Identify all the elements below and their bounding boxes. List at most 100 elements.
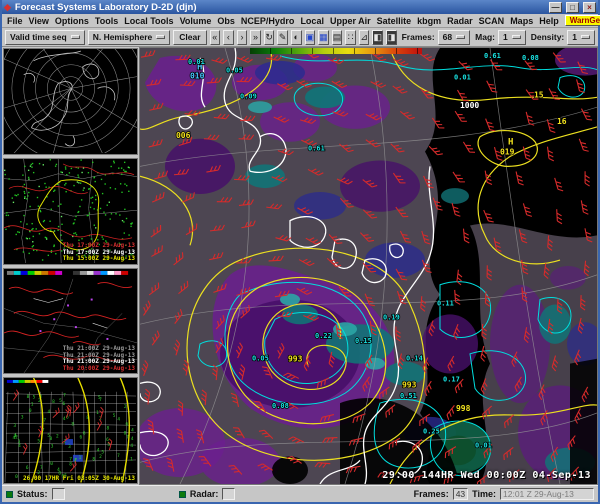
forecast-map: 9939939980061516H0191000H0100.010.610.08… xyxy=(140,48,597,484)
clear-button[interactable]: Clear xyxy=(173,30,206,45)
svg-text:3: 3 xyxy=(13,423,16,429)
svg-text:019: 019 xyxy=(500,148,515,157)
svg-text:8: 8 xyxy=(69,462,72,468)
frames-dropdown[interactable]: 68 xyxy=(438,30,470,45)
svg-text:1: 1 xyxy=(79,455,82,461)
step-back-button[interactable]: ‹ xyxy=(223,30,234,45)
svg-text:5: 5 xyxy=(98,395,101,401)
colorbar-legend xyxy=(250,48,422,54)
svg-text:0: 0 xyxy=(50,461,53,467)
maximize-button[interactable]: □ xyxy=(566,2,579,13)
print-button[interactable]: ▤ xyxy=(332,30,343,45)
mag-value: 1 xyxy=(503,32,508,42)
svg-text:0.51: 0.51 xyxy=(400,392,417,400)
time-mode-dropdown[interactable]: Valid time seq xyxy=(5,30,85,45)
menu-options[interactable]: Options xyxy=(55,16,89,26)
panel-surface-obs[interactable]: Thu 17:00Z 29-Aug-13Thu 17:00Z 29-Aug-13… xyxy=(3,158,138,265)
scale-value: N. Hemisphere xyxy=(93,32,153,42)
menu-upper-air[interactable]: Upper Air xyxy=(330,16,371,26)
menu-local[interactable]: Local xyxy=(300,16,324,26)
svg-text:4: 4 xyxy=(130,443,133,449)
svg-text:5: 5 xyxy=(33,395,36,401)
menu-obs[interactable]: Obs xyxy=(217,16,235,26)
invert-right-button[interactable]: ◨ xyxy=(386,30,397,45)
svg-text:0.15: 0.15 xyxy=(355,337,372,345)
step-forward-button[interactable]: › xyxy=(237,30,248,45)
svg-text:0.61: 0.61 xyxy=(308,145,325,153)
last-frame-button[interactable]: » xyxy=(250,30,261,45)
minimize-button[interactable]: — xyxy=(549,2,562,13)
menu-view[interactable]: View xyxy=(29,16,49,26)
pencil-draw-button[interactable]: ✎ xyxy=(277,30,288,45)
svg-text:2: 2 xyxy=(15,435,18,441)
panel-radar-mosaic[interactable]: Thu 21:00Z 29-Aug-13Thu 21:00Z 29-Aug-13… xyxy=(3,268,138,375)
panel-county-obs[interactable]: 8648814253766217462727307736215825803845… xyxy=(3,377,138,484)
statusbar: Status: Radar: Frames: 43 Time: 12:01 Z … xyxy=(2,485,598,502)
dropdown-indicator xyxy=(512,35,521,39)
mag-dropdown[interactable]: 1 xyxy=(498,30,526,45)
menu-local-tools[interactable]: Local Tools xyxy=(124,16,173,26)
content-area: Thu 17:00Z 29-Aug-13Thu 17:00Z 29-Aug-13… xyxy=(2,47,598,485)
svg-text:0.17: 0.17 xyxy=(443,375,460,383)
radar-led-icon xyxy=(179,491,186,498)
loop-button[interactable]: ↻ xyxy=(264,30,275,45)
image-combine-button[interactable]: ▣ xyxy=(305,30,316,45)
invert-left-button[interactable]: ◧ xyxy=(372,30,383,45)
svg-text:006: 006 xyxy=(176,131,191,140)
baselines-button[interactable]: ⊿ xyxy=(359,30,370,45)
svg-text:1000: 1000 xyxy=(460,101,479,110)
menu-maps[interactable]: Maps xyxy=(510,16,533,26)
svg-text:4: 4 xyxy=(131,428,134,434)
menu-tools[interactable]: Tools xyxy=(95,16,118,26)
menu-file[interactable]: File xyxy=(7,16,23,26)
menu-help[interactable]: Help xyxy=(539,16,559,26)
close-button[interactable]: × xyxy=(583,2,596,13)
panel-timestamp: Thu 15:00Z 29-Aug-13 xyxy=(63,256,135,263)
time-options-button[interactable]: ◐ xyxy=(291,30,302,45)
window-menu-icon[interactable]: ◆ xyxy=(4,2,11,12)
warngen-button[interactable]: WarnGen xyxy=(565,15,600,26)
svg-text:15: 15 xyxy=(534,90,544,99)
svg-text:0.25: 0.25 xyxy=(423,428,440,436)
main-map-display[interactable]: 9939939980061516H0191000H0100.010.610.08… xyxy=(139,47,598,485)
county-obs-map: 8648814253766217462727307736215825803845… xyxy=(4,378,137,482)
svg-text:8: 8 xyxy=(52,399,55,405)
mini-colorbar-right xyxy=(73,270,128,274)
image-blend-button[interactable]: ▦ xyxy=(318,30,329,45)
svg-text:4: 4 xyxy=(48,409,51,415)
svg-text:0.01: 0.01 xyxy=(188,58,205,66)
svg-text:0.01: 0.01 xyxy=(454,74,471,82)
menu-volume[interactable]: Volume xyxy=(180,16,212,26)
menu-ncep-hydro[interactable]: NCEP/Hydro xyxy=(241,16,295,26)
menubar: File View Options Tools Local Tools Volu… xyxy=(2,14,598,28)
svg-text:993: 993 xyxy=(288,355,303,364)
radar-field[interactable] xyxy=(222,488,235,500)
svg-text:0: 0 xyxy=(29,408,32,414)
svg-text:993: 993 xyxy=(402,380,417,389)
density-dropdown[interactable]: 1 xyxy=(567,30,595,45)
status-field[interactable] xyxy=(52,488,65,500)
menu-kbgm[interactable]: kbgm xyxy=(417,16,441,26)
menu-scan[interactable]: SCAN xyxy=(479,16,505,26)
svg-text:2: 2 xyxy=(56,434,59,440)
menu-radar[interactable]: Radar xyxy=(447,16,473,26)
panel-timestamps: 26.00 17HR Fri 03:05Z 30-Aug-13 xyxy=(23,476,135,483)
svg-text:998: 998 xyxy=(456,404,471,413)
svg-text:1: 1 xyxy=(31,402,34,408)
scale-dropdown[interactable]: N. Hemisphere xyxy=(88,30,171,45)
menu-satellite[interactable]: Satellite xyxy=(377,16,412,26)
density-label: Density: xyxy=(531,32,565,42)
first-frame-button[interactable]: « xyxy=(210,30,221,45)
svg-text:6: 6 xyxy=(83,431,86,437)
panel-timestamps: Thu 17:00Z 29-Aug-13Thu 17:00Z 29-Aug-13… xyxy=(63,243,135,263)
svg-text:2: 2 xyxy=(124,404,127,410)
svg-text:4: 4 xyxy=(131,436,134,442)
time-status-label: Time: xyxy=(472,489,496,499)
svg-text:8: 8 xyxy=(92,457,95,463)
svg-text:3: 3 xyxy=(18,439,21,445)
titlebar[interactable]: ◆ Forecast Systems Laboratory D-2D (djn)… xyxy=(2,0,598,14)
points-button[interactable]: ∷ xyxy=(345,30,356,45)
svg-text:8: 8 xyxy=(27,394,30,400)
panel-n-hemisphere[interactable] xyxy=(3,48,138,155)
radar-label: Radar: xyxy=(190,489,219,499)
